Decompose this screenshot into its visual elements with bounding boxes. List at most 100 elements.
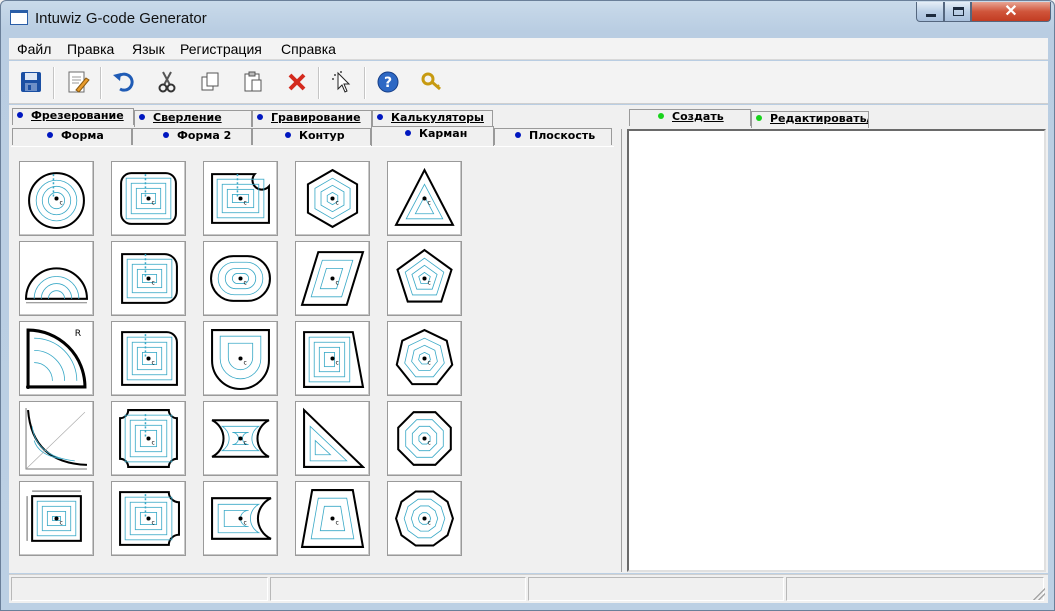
svg-text:c: c xyxy=(244,200,247,207)
editor-area[interactable] xyxy=(627,129,1046,572)
pocket-trapezoid-icon: c xyxy=(300,489,365,548)
pocket-quarter-circle-icon: R xyxy=(26,328,87,389)
registration-key-button[interactable] xyxy=(418,68,446,96)
pocket-decagon-button[interactable]: c xyxy=(387,481,462,556)
svg-text:c: c xyxy=(428,360,431,367)
pocket-rect-dimensions-button[interactable]: c xyxy=(19,481,94,556)
tab-dot-icon xyxy=(515,132,521,138)
client-area: Фрезерование Сверление Гравирование Каль… xyxy=(9,105,1048,573)
tab-dot-icon xyxy=(285,132,291,138)
tab-create[interactable]: Создать xyxy=(629,109,751,126)
tab-drilling[interactable]: Сверление xyxy=(134,110,252,127)
pocket-obround-button[interactable]: c xyxy=(203,241,278,316)
pocket-rect-concave-end-icon: c xyxy=(211,497,272,540)
pocket-quarter-circle-button[interactable]: R xyxy=(19,321,94,396)
pocket-rounded-rect-button[interactable]: c xyxy=(111,161,186,236)
help-button[interactable]: ? xyxy=(374,68,402,96)
menu-bar: Файл Правка Язык Регистрация Справка xyxy=(9,38,1048,60)
toolbar-separator xyxy=(53,67,55,99)
undo-button[interactable] xyxy=(110,68,138,96)
tab-engraving[interactable]: Гравирование xyxy=(252,110,372,127)
tab-dot-icon xyxy=(257,114,263,120)
pocket-triangle-button[interactable]: c xyxy=(387,161,462,236)
pocket-rect-one-round-icon: c xyxy=(121,331,178,386)
pocket-concave-sides-button[interactable]: c xyxy=(203,401,278,476)
pocket-rect-round-right-button[interactable]: c xyxy=(111,241,186,316)
close-icon: ✕ xyxy=(1004,3,1018,20)
menu-edit[interactable]: Правка xyxy=(67,41,114,57)
pocket-parallelogram-button[interactable]: c xyxy=(295,241,370,316)
help-icon: ? xyxy=(377,71,399,93)
close-button[interactable]: ✕ xyxy=(971,2,1051,22)
pocket-hexagon-icon: c xyxy=(306,168,359,229)
select-pointer-button[interactable] xyxy=(328,68,356,96)
pocket-d-shape-button[interactable]: c xyxy=(203,321,278,396)
pocket-fillet-curve-button[interactable] xyxy=(19,401,94,476)
pocket-parallelogram-icon: c xyxy=(300,251,365,306)
toolbar-separator xyxy=(100,67,102,99)
cut-icon xyxy=(158,71,176,93)
pocket-fillet-curve-icon xyxy=(25,408,88,470)
pocket-rect-cutcorner-button[interactable]: c xyxy=(203,161,278,236)
tab-milling[interactable]: Фрезерование xyxy=(12,108,134,125)
svg-text:c: c xyxy=(336,280,339,287)
tab-calculators[interactable]: Калькуляторы xyxy=(372,110,493,127)
pocket-concave-corners-button[interactable]: c xyxy=(111,401,186,476)
toolbar-separator xyxy=(364,67,366,99)
pocket-rect-concave-right-button[interactable]: c xyxy=(111,481,186,556)
menu-help[interactable]: Справка xyxy=(281,41,336,57)
pocket-rect-one-round-button[interactable]: c xyxy=(111,321,186,396)
delete-button[interactable] xyxy=(283,68,311,96)
tab-dot-icon xyxy=(658,113,664,119)
menu-language[interactable]: Язык xyxy=(132,41,165,57)
svg-text:c: c xyxy=(244,520,247,527)
pocket-circle-button[interactable]: c xyxy=(19,161,94,236)
pocket-trapezoid-right-icon: c xyxy=(303,331,365,388)
pocket-half-circle-icon xyxy=(25,267,88,304)
pocket-trapezoid-button[interactable]: c xyxy=(295,481,370,556)
maximize-button[interactable] xyxy=(944,2,971,22)
menu-file[interactable]: Файл xyxy=(17,41,51,57)
tab-pocket[interactable]: Карман xyxy=(371,126,494,146)
svg-text:?: ? xyxy=(384,75,392,91)
pocket-pentagon-button[interactable]: c xyxy=(387,241,462,316)
status-bar xyxy=(9,574,1048,603)
pocket-heptagon-icon: c xyxy=(395,328,454,386)
pocket-half-circle-button[interactable] xyxy=(19,241,94,316)
svg-text:c: c xyxy=(152,440,155,447)
copy-button[interactable] xyxy=(196,68,224,96)
pocket-heptagon-button[interactable]: c xyxy=(387,321,462,396)
pocket-hexagon-button[interactable]: c xyxy=(295,161,370,236)
svg-text:c: c xyxy=(152,360,155,367)
tab-plane[interactable]: Плоскость xyxy=(494,128,612,145)
pocket-rect-cutcorner-icon: c xyxy=(211,173,270,224)
tab-dot-icon xyxy=(17,112,23,118)
pocket-rect-concave-end-button[interactable]: c xyxy=(203,481,278,556)
title-bar[interactable]: Intuwiz G-code Generator ✕ xyxy=(1,1,1054,37)
svg-text:c: c xyxy=(428,440,431,447)
tab-dot-icon xyxy=(47,132,53,138)
tab-edit-delete[interactable]: Редактировать/У xyxy=(751,111,869,128)
cut-button[interactable] xyxy=(153,68,181,96)
resize-grip[interactable] xyxy=(1033,588,1045,600)
tab-shape-2[interactable]: Форма 2 xyxy=(132,128,252,145)
minimize-button[interactable] xyxy=(916,2,944,22)
window-title: Intuwiz G-code Generator xyxy=(35,10,207,27)
pocket-right-triangle-button[interactable] xyxy=(295,401,370,476)
svg-text:c: c xyxy=(336,520,339,527)
minimize-icon xyxy=(926,14,936,17)
save-button[interactable] xyxy=(17,68,45,96)
menu-registration[interactable]: Регистрация xyxy=(180,41,262,57)
tab-shape[interactable]: Форма xyxy=(12,128,132,145)
tab-contour[interactable]: Контур xyxy=(252,128,371,145)
pocket-obround-icon: c xyxy=(210,255,271,302)
edit-document-button[interactable] xyxy=(64,68,92,96)
pocket-trapezoid-right-button[interactable]: c xyxy=(295,321,370,396)
pocket-right-triangle-icon xyxy=(303,407,365,468)
paste-button[interactable] xyxy=(239,68,267,96)
splitter[interactable] xyxy=(621,129,624,572)
undo-icon xyxy=(113,72,134,92)
pocket-octagon-button[interactable]: c xyxy=(387,401,462,476)
svg-text:c: c xyxy=(60,520,63,527)
key-icon xyxy=(421,72,441,91)
